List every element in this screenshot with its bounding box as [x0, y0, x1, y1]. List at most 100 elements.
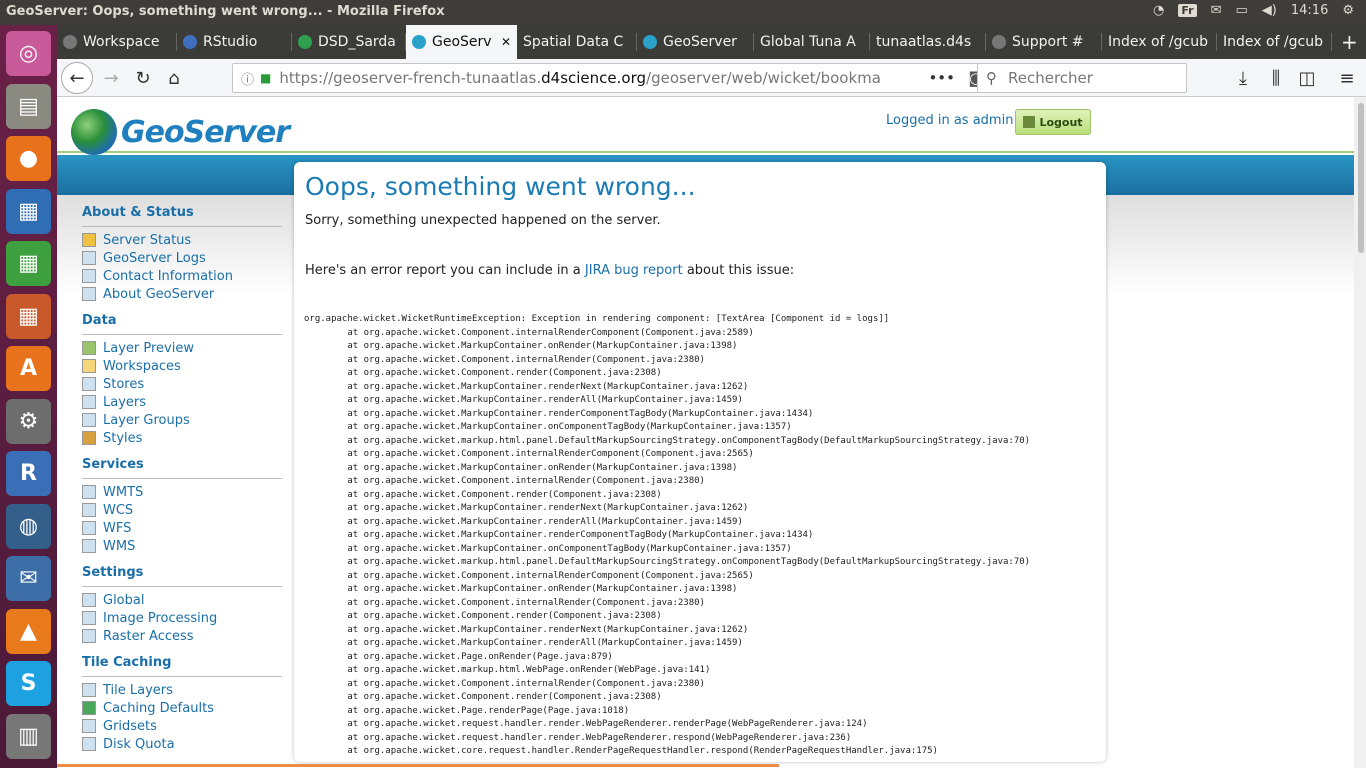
browser-tab[interactable]: GeoServ ✕	[406, 25, 517, 59]
page-actions-icon[interactable]: •••	[928, 69, 955, 87]
menu-icon[interactable]: ≡	[1333, 64, 1361, 92]
divider	[82, 334, 282, 335]
downloads-icon[interactable]: ⤓	[1229, 64, 1257, 92]
tab-favicon-icon	[992, 35, 1006, 49]
sidebar-item[interactable]: Disk Quota	[82, 735, 282, 753]
sidebar-item[interactable]: WFS	[82, 519, 282, 537]
logout-button[interactable]: Logout	[1015, 109, 1091, 135]
sidebar-item-label: WFS	[103, 520, 132, 536]
browser-tab[interactable]: tunaatlas.d4s	[870, 25, 986, 59]
sidebar-item[interactable]: Contact Information	[82, 267, 282, 285]
browser-tab[interactable]: Index of /gcub	[1102, 25, 1217, 59]
files-icon[interactable]: ▤	[6, 83, 51, 129]
mail-icon[interactable]: ✉	[1211, 3, 1222, 18]
vlc-icon[interactable]: ▲	[6, 608, 51, 654]
browser-tab[interactable]: RStudio	[177, 25, 292, 59]
calc-icon[interactable]: ▦	[6, 241, 51, 286]
sidebar-item[interactable]: WCS	[82, 501, 282, 519]
ubuntu-dash-icon[interactable]: ◎	[6, 31, 51, 76]
browser-tab[interactable]: Index of /gcub	[1217, 25, 1332, 59]
scrollbar-thumb[interactable]	[1358, 103, 1364, 253]
door-icon	[1023, 116, 1036, 128]
info-icon[interactable]: ⓘ	[241, 69, 254, 88]
sidebar-item-label: Workspaces	[103, 358, 181, 374]
document-icon	[82, 251, 96, 265]
geoserver-logo[interactable]: GeoServer	[71, 109, 290, 155]
sidebar-item[interactable]: Global	[82, 591, 282, 609]
sidebar-item[interactable]: WMTS	[82, 483, 282, 501]
tab-separator	[1331, 33, 1332, 51]
close-tab-icon[interactable]: ✕	[501, 35, 511, 49]
back-button[interactable]: ←	[61, 62, 93, 94]
logo-text: GeoServer	[121, 114, 290, 150]
sidebar-item[interactable]: Gridsets	[82, 717, 282, 735]
divider	[82, 586, 282, 587]
wifi-icon[interactable]: ◔	[1153, 3, 1164, 18]
browser-tab[interactable]: GeoServer	[637, 25, 754, 59]
sidebar-item[interactable]: Layer Groups	[82, 411, 282, 429]
sidebar-item[interactable]: Layer Preview	[82, 339, 282, 357]
divider	[82, 226, 282, 227]
library-icon[interactable]: ⫼	[1262, 64, 1290, 92]
skype-icon[interactable]: S	[6, 661, 51, 706]
home-button[interactable]: ⌂	[160, 64, 188, 92]
sidebar-item[interactable]: Server Status	[82, 231, 282, 249]
sidebar-section-title: Services	[82, 457, 144, 472]
sidebar-item[interactable]: Image Processing	[82, 609, 282, 627]
software-center-icon[interactable]: A	[6, 346, 51, 391]
sidebar-item[interactable]: Raster Access	[82, 627, 282, 645]
jira-bug-report-link[interactable]: JIRA bug report	[585, 263, 683, 278]
impress-icon[interactable]: ▦	[6, 293, 51, 339]
sidebar-item[interactable]: Tile Layers	[82, 681, 282, 699]
sidebar-item[interactable]: Stores	[82, 375, 282, 393]
sidebar-item[interactable]: Styles	[82, 429, 282, 447]
browser-tab[interactable]: Support #	[986, 25, 1102, 59]
sidebar-item-label: Stores	[103, 376, 145, 392]
sidebar-item[interactable]: Caching Defaults	[82, 699, 282, 717]
browser-tab[interactable]: Workspace	[57, 25, 177, 59]
sidebar-item[interactable]: GeoServer Logs	[82, 249, 282, 267]
tab-favicon-icon	[298, 35, 312, 49]
sidebar-item[interactable]: Workspaces	[82, 357, 282, 375]
report-suffix: about this issue:	[682, 263, 795, 278]
browser-tab[interactable]: Spatial Data C	[517, 25, 637, 59]
writer-icon[interactable]: ▦	[6, 188, 51, 234]
sidebar-item-label: GeoServer Logs	[103, 250, 206, 266]
rstudio-icon[interactable]: R	[6, 451, 51, 496]
power-gear-icon[interactable]: ⚙	[1342, 3, 1354, 18]
sidebar-section-title: Tile Caching	[82, 655, 172, 670]
sidebar-item-label: Layers	[103, 394, 147, 410]
url-bar[interactable]: ⓘ ■ https://geoserver-french-tunaatlas. d…	[232, 63, 1020, 93]
reload-button[interactable]: ↻	[129, 64, 157, 92]
firefox-icon[interactable]: ●	[6, 136, 51, 181]
sidebar-item[interactable]: Layers	[82, 393, 282, 411]
page-load-progress	[57, 764, 779, 767]
volume-icon[interactable]: ◀)	[1262, 3, 1277, 18]
clock[interactable]: 14:16	[1291, 3, 1328, 18]
sidebar-item-label: Layer Preview	[103, 340, 194, 356]
sidebar-item[interactable]: About GeoServer	[82, 285, 282, 303]
sidebar-item-label: Disk Quota	[103, 736, 175, 752]
forward-button[interactable]: →	[97, 64, 125, 92]
new-tab-button[interactable]: +	[1335, 25, 1365, 59]
battery-icon[interactable]: ▭	[1236, 3, 1248, 18]
geoserver-header: GeoServer Logged in as admin. Logout	[57, 97, 1366, 155]
pgadmin-icon[interactable]: ◍	[6, 503, 51, 549]
sidebar-item-label: Gridsets	[103, 718, 157, 734]
trash-icon[interactable]: ▥	[6, 713, 51, 759]
sidebar-item[interactable]: WMS	[82, 537, 282, 555]
page-scrollbar[interactable]	[1354, 97, 1366, 768]
keyboard-layout-indicator[interactable]: Fr	[1178, 4, 1197, 17]
tab-label: Workspace	[83, 34, 160, 50]
browser-tab[interactable]: DSD_Sarda	[292, 25, 406, 59]
system-top-bar: GeoServer: Oops, something went wrong...…	[0, 0, 1366, 25]
tab-label: GeoServ	[432, 34, 492, 50]
browser-tab[interactable]: Global Tuna A	[754, 25, 870, 59]
search-icon: ⚲	[986, 69, 997, 87]
search-input[interactable]: ⚲ Rechercher	[977, 63, 1187, 93]
system-settings-icon[interactable]: ⚙	[6, 398, 51, 444]
map-icon	[82, 341, 96, 355]
thunderbird-icon[interactable]: ✉	[6, 556, 51, 601]
sidebar-toggle-icon[interactable]: ◫	[1293, 64, 1321, 92]
